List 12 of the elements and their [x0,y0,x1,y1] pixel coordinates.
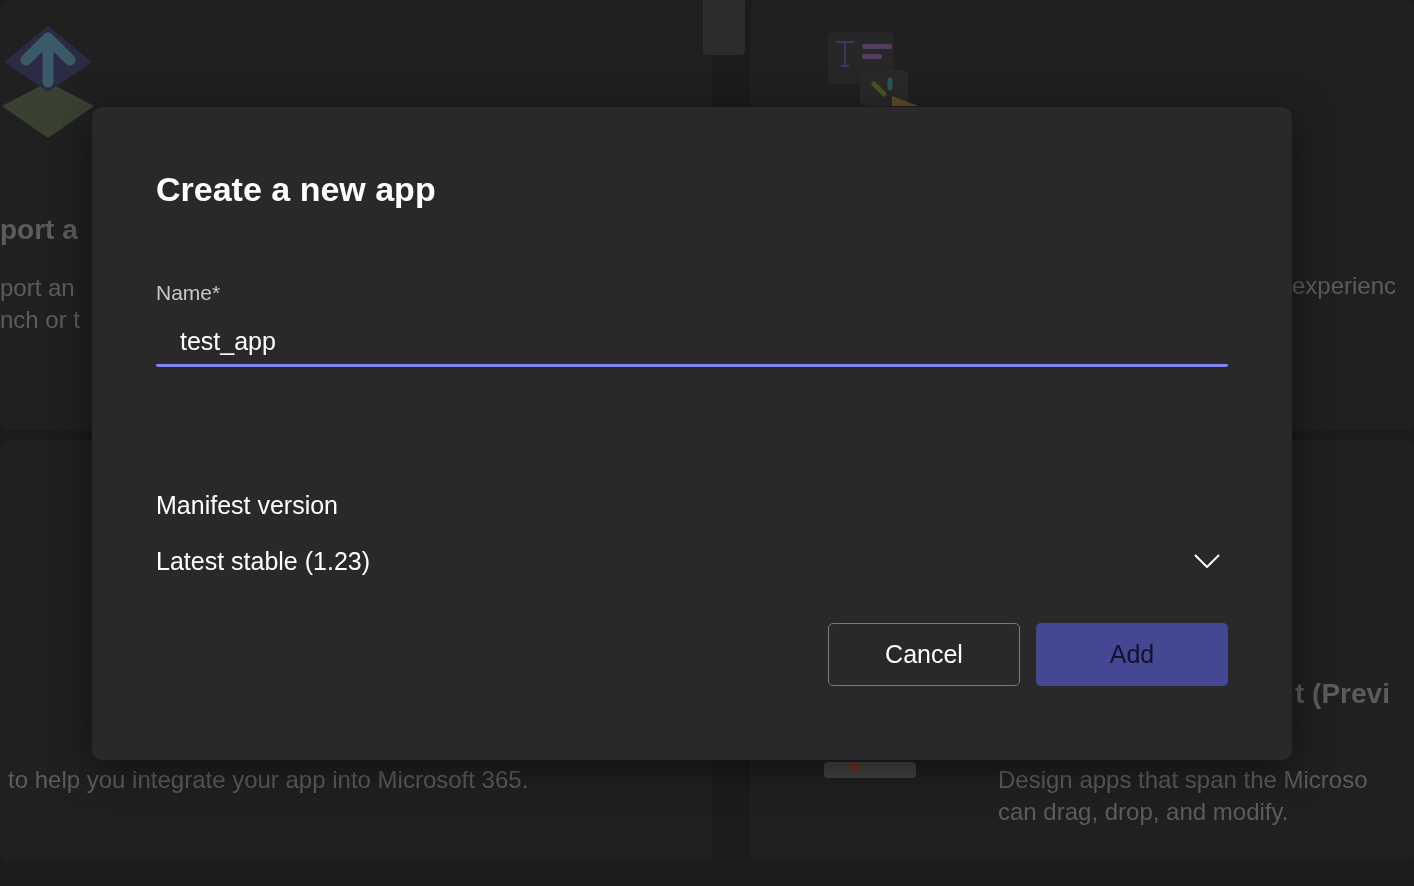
manifest-version-dropdown[interactable]: Latest stable (1.23) [156,541,1228,581]
chevron-down-icon [1194,554,1220,568]
manifest-version-label: Manifest version [156,490,340,521]
card-heading: port a [0,213,78,247]
cancel-button[interactable]: Cancel [828,623,1020,686]
card-description: can drag, drop, and modify. [998,797,1290,827]
name-label: Name* [156,280,222,306]
name-input-field[interactable]: test_app [156,317,1228,367]
app-card-icon [824,762,916,778]
card-description: experienc [1292,271,1397,301]
card-description: port an [0,273,76,303]
dialog-title: Create a new app [156,169,437,209]
